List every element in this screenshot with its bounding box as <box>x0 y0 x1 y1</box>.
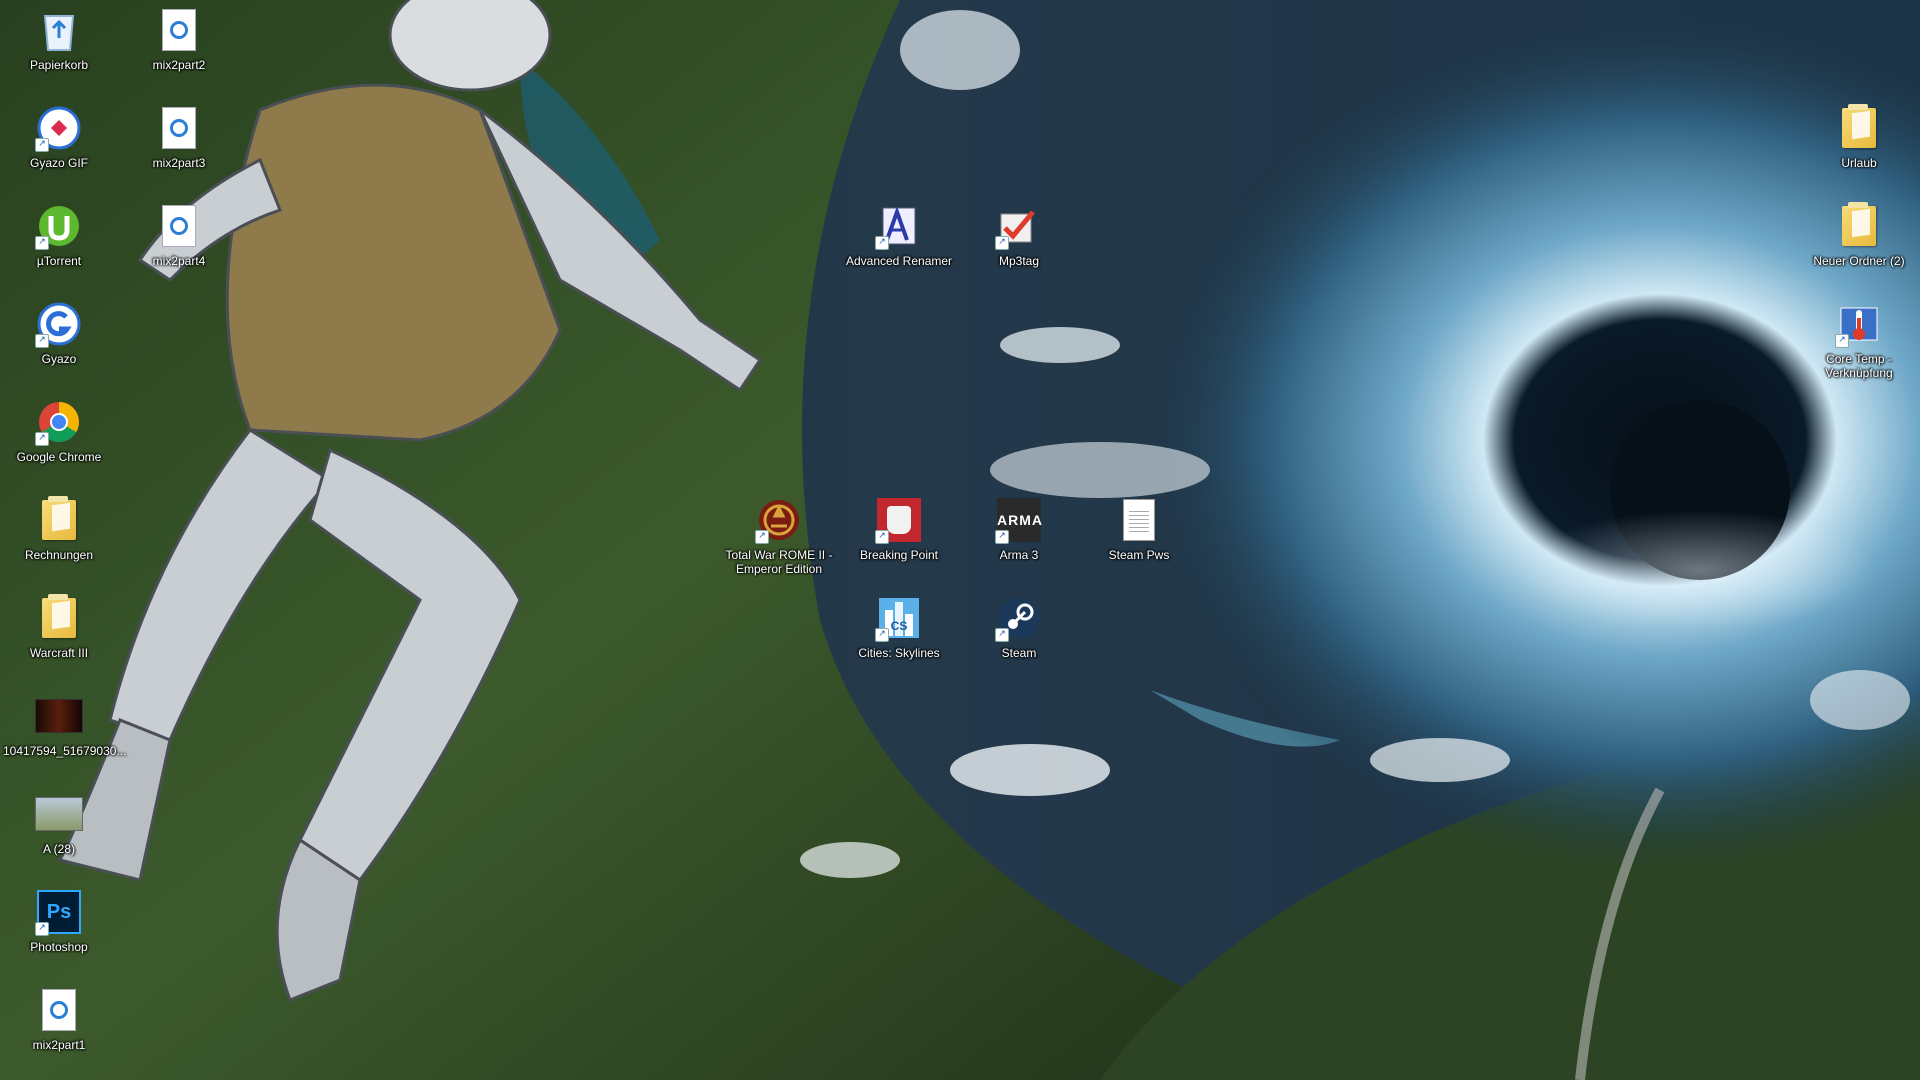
desktop-icon-total-war-rome-ii[interactable]: ↗ Total War ROME II - Emperor Edition <box>720 490 838 586</box>
desktop-icon-label: Cities: Skylines <box>858 646 940 660</box>
mp3tag-icon: ↗ <box>995 202 1043 250</box>
desktop-icon-mix2part3[interactable]: mix2part3 <box>120 98 238 194</box>
desktop-icon-label: Mp3tag <box>998 254 1040 268</box>
utorrent-icon: ↗ <box>35 202 83 250</box>
folder-icon <box>35 594 83 642</box>
photoshop-icon: Ps ↗ <box>35 888 83 936</box>
desktop-icon-label: 10417594_51679030... <box>3 744 127 758</box>
breaking-point-icon: ↗ <box>875 496 923 544</box>
desktop-icon-warcraft-iii[interactable]: Warcraft III <box>0 588 118 684</box>
shortcut-arrow-icon: ↗ <box>35 236 49 250</box>
shortcut-arrow-icon: ↗ <box>875 530 889 544</box>
desktop-icon-label: Steam <box>1001 646 1037 660</box>
audio-file-icon <box>35 986 83 1034</box>
desktop-icon-photoshop[interactable]: Ps ↗ Photoshop <box>0 882 118 978</box>
shortcut-arrow-icon: ↗ <box>35 334 49 348</box>
shortcut-arrow-icon: ↗ <box>35 922 49 936</box>
svg-text:CS: CS <box>891 619 908 633</box>
desktop-icon-label: mix2part3 <box>152 156 206 170</box>
desktop-icon-label: mix2part2 <box>152 58 206 72</box>
desktop-icon-label: Core Temp - Verknüpfung <box>1825 352 1893 380</box>
desktop-icon-label: Photoshop <box>30 940 88 954</box>
desktop-icon-label: Arma 3 <box>999 548 1039 562</box>
shortcut-arrow-icon: ↗ <box>755 530 769 544</box>
cities-skylines-icon: CS ↗ <box>875 594 923 642</box>
desktop-icon-steam[interactable]: ↗ Steam <box>960 588 1078 684</box>
advanced-renamer-icon: ↗ <box>875 202 923 250</box>
desktop-icon-label: Total War ROME II - Emperor Edition <box>725 548 833 576</box>
desktop-icon-rechnungen[interactable]: Rechnungen <box>0 490 118 586</box>
desktop-icon-gyazo[interactable]: ↗ Gyazo <box>0 294 118 390</box>
shortcut-arrow-icon: ↗ <box>875 628 889 642</box>
desktop-icon-advanced-renamer[interactable]: ↗ Advanced Renamer <box>840 196 958 292</box>
shortcut-arrow-icon: ↗ <box>875 236 889 250</box>
desktop-icon-label: Gyazo GIF <box>29 156 88 170</box>
folder-icon <box>1835 202 1883 250</box>
gyazo-gif-icon: ↗ <box>35 104 83 152</box>
desktop-icon-label: Warcraft III <box>29 646 89 660</box>
core-temp-icon: ↗ <box>1835 300 1883 348</box>
rome2-icon: ↗ <box>755 496 803 544</box>
desktop-icon-label: Urlaub <box>1841 156 1877 170</box>
shortcut-arrow-icon: ↗ <box>995 628 1009 642</box>
desktop-icon-steam-pws[interactable]: Steam Pws <box>1080 490 1198 586</box>
desktop-icon-label: Advanced Renamer <box>845 254 953 268</box>
desktop-icon-mix2part2[interactable]: mix2part2 <box>120 0 238 96</box>
shortcut-arrow-icon: ↗ <box>995 236 1009 250</box>
desktop-icon-label: Gyazo <box>41 352 77 366</box>
recycle-bin-icon <box>35 6 83 54</box>
desktop-icon-label: A (28) <box>42 842 75 856</box>
desktop-icon-google-chrome[interactable]: ↗ Google Chrome <box>0 392 118 488</box>
desktop-icon-arma-3[interactable]: ARMA ↗ Arma 3 <box>960 490 1078 586</box>
steam-icon: ↗ <box>995 594 1043 642</box>
desktop-icon-label: Google Chrome <box>16 450 102 464</box>
desktop-icon-urlaub[interactable]: Urlaub <box>1800 98 1918 194</box>
audio-file-icon <box>155 202 203 250</box>
desktop-icon-label: Steam Pws <box>1108 548 1170 562</box>
chrome-icon: ↗ <box>35 398 83 446</box>
gyazo-icon: ↗ <box>35 300 83 348</box>
arma3-icon: ARMA ↗ <box>995 496 1043 544</box>
shortcut-arrow-icon: ↗ <box>1835 334 1849 348</box>
desktop-icon-core-temp[interactable]: ↗ Core Temp - Verknüpfung <box>1800 294 1918 390</box>
shortcut-arrow-icon: ↗ <box>35 138 49 152</box>
desktop-icon-gyazo-gif[interactable]: ↗ Gyazo GIF <box>0 98 118 194</box>
desktop-icon-label: Breaking Point <box>859 548 939 562</box>
shortcut-arrow-icon: ↗ <box>995 530 1009 544</box>
desktop-icon-label: mix2part1 <box>32 1038 86 1052</box>
desktop-icon-image-10417594[interactable]: 10417594_51679030... <box>0 686 127 782</box>
desktop-icon-mix2part4[interactable]: mix2part4 <box>120 196 238 292</box>
audio-file-icon <box>155 6 203 54</box>
desktop-icon-utorrent[interactable]: ↗ µTorrent <box>0 196 118 292</box>
image-file-icon <box>35 692 83 740</box>
text-file-icon <box>1115 496 1163 544</box>
desktop-icon-label: Neuer Ordner (2) <box>1813 254 1905 268</box>
folder-icon <box>1835 104 1883 152</box>
desktop-icon-cities-skylines[interactable]: CS ↗ Cities: Skylines <box>840 588 958 684</box>
desktop-icon-label: Papierkorb <box>29 58 89 72</box>
desktop-icon-mix2part1[interactable]: mix2part1 <box>0 980 118 1076</box>
desktop-icon-neuer-ordner-2[interactable]: Neuer Ordner (2) <box>1800 196 1918 292</box>
folder-icon <box>35 496 83 544</box>
audio-file-icon <box>155 104 203 152</box>
shortcut-arrow-icon: ↗ <box>35 432 49 446</box>
desktop-icon-breaking-point[interactable]: ↗ Breaking Point <box>840 490 958 586</box>
desktop-icon-label: µTorrent <box>36 254 82 268</box>
desktop-icon-label: Rechnungen <box>24 548 94 562</box>
desktop-icon-papierkorb[interactable]: Papierkorb <box>0 0 118 96</box>
desktop-icon-a-28[interactable]: A (28) <box>0 784 118 880</box>
desktop-icon-mp3tag[interactable]: ↗ Mp3tag <box>960 196 1078 292</box>
image-file-icon <box>35 790 83 838</box>
desktop-icon-label: mix2part4 <box>152 254 206 268</box>
